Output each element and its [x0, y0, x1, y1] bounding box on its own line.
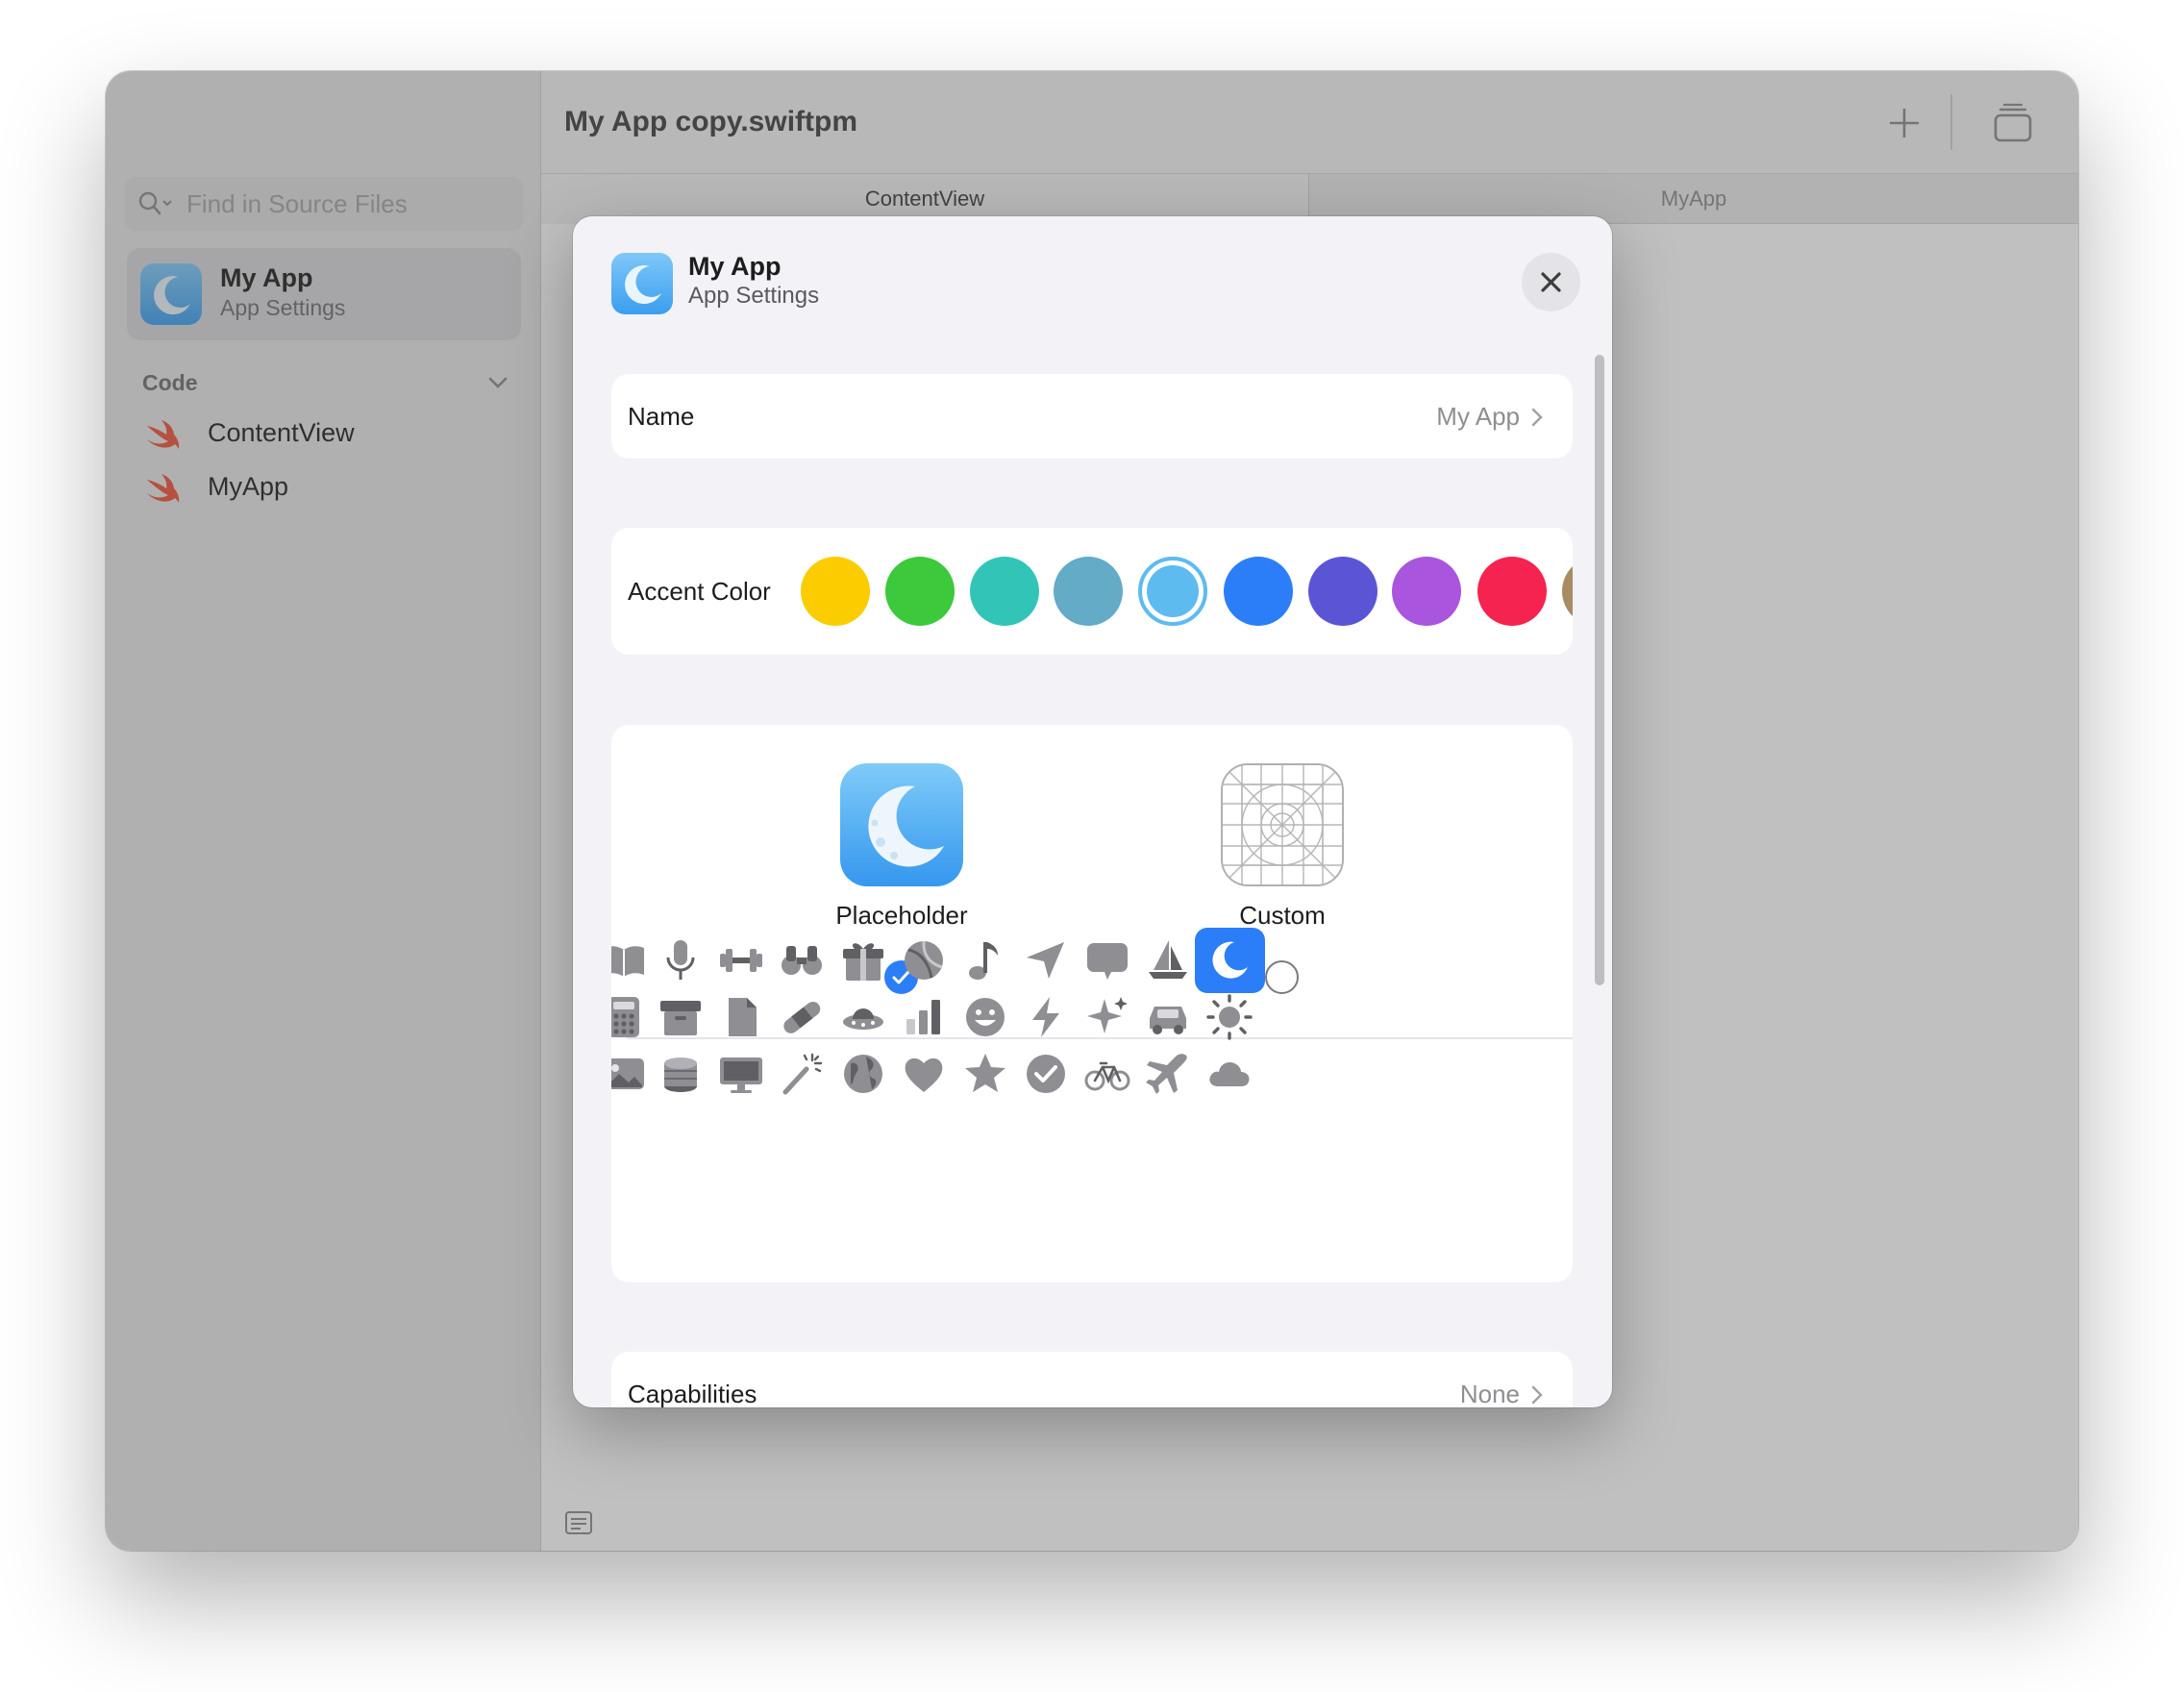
binoculars-icon[interactable]: [772, 931, 831, 990]
app-settings-sheet: My App App Settings Name My App Accent C…: [573, 216, 1612, 1407]
sheet-app-icon: [611, 253, 673, 314]
color-swatch-indigo[interactable]: [1308, 557, 1377, 626]
smiley-icon[interactable]: [956, 987, 1015, 1047]
chevron-right-icon: [1530, 407, 1544, 428]
app-name: My App: [220, 263, 313, 292]
color-swatch-purple[interactable]: [1392, 557, 1461, 626]
swift-icon: [144, 418, 181, 451]
windows-icon[interactable]: [1992, 101, 2034, 143]
accent-color-row: Accent Color: [611, 528, 1573, 655]
toolbar: My App copy.swiftpm: [541, 71, 2078, 174]
moon-icon[interactable]: [1194, 928, 1265, 993]
magic-wand-icon[interactable]: [772, 1044, 831, 1104]
tab-label: MyApp: [1660, 187, 1727, 211]
file-label: MyApp: [208, 472, 289, 501]
add-icon[interactable]: [1885, 104, 1923, 142]
color-swatch-steel-blue[interactable]: [1054, 557, 1123, 626]
gift-icon[interactable]: [833, 931, 893, 990]
color-swatch-teal[interactable]: [970, 557, 1039, 626]
search-field[interactable]: Find in Source Files: [125, 177, 523, 231]
sidebar-item-contentview[interactable]: ContentView: [127, 408, 521, 461]
close-button[interactable]: [1522, 253, 1580, 311]
app-icon-card: Placeholder Custom: [611, 725, 1573, 1282]
book-icon[interactable]: [611, 931, 654, 990]
calculator-icon[interactable]: [611, 987, 654, 1047]
sun-icon[interactable]: [1200, 987, 1259, 1047]
chevron-down-icon[interactable]: [485, 373, 510, 392]
toolbar-divider: [1950, 94, 1952, 150]
bicycle-icon[interactable]: [1078, 1044, 1137, 1104]
chevron-right-icon: [1530, 1384, 1544, 1406]
swift-icon: [144, 472, 181, 505]
name-row[interactable]: Name My App: [611, 374, 1573, 459]
color-swatch-light-blue-selected[interactable]: [1138, 557, 1207, 626]
accent-color-label: Accent Color: [628, 577, 771, 606]
beach-ball-icon[interactable]: [894, 931, 954, 990]
editor-status-icon[interactable]: [564, 1510, 593, 1535]
file-label: ContentView: [208, 418, 355, 447]
color-swatch-yellow[interactable]: [801, 557, 870, 626]
ufo-icon[interactable]: [833, 987, 893, 1047]
sidebar-item-myapp[interactable]: MyApp: [127, 461, 521, 515]
glyph-grid: [611, 725, 1573, 1282]
search-icon: [137, 190, 174, 219]
color-swatch-brown[interactable]: [1562, 557, 1573, 626]
section-header-code: Code: [142, 370, 198, 395]
sailboat-icon[interactable]: [1138, 931, 1198, 990]
archive-box-icon[interactable]: [651, 987, 710, 1047]
sidebar-item-app-settings[interactable]: My App App Settings: [127, 248, 521, 340]
checkmark-seal-icon[interactable]: [1016, 1044, 1076, 1104]
globe-icon[interactable]: [833, 1044, 893, 1104]
sidebar: Find in Source Files My App App Settings…: [106, 71, 541, 1551]
cloud-icon[interactable]: [1200, 1044, 1259, 1104]
dumbbell-icon[interactable]: [711, 931, 771, 990]
sheet-title: My App: [688, 252, 782, 281]
color-swatch-green[interactable]: [885, 557, 955, 626]
lightning-icon[interactable]: [1016, 987, 1076, 1047]
bar-chart-icon[interactable]: [894, 987, 954, 1047]
heart-icon[interactable]: [894, 1044, 954, 1104]
star-icon[interactable]: [956, 1044, 1015, 1104]
photo-icon[interactable]: [611, 1044, 654, 1104]
bandage-icon[interactable]: [772, 987, 831, 1047]
search-input[interactable]: Find in Source Files: [186, 189, 408, 219]
color-swatch-blue[interactable]: [1224, 557, 1293, 626]
sparkles-icon[interactable]: [1078, 987, 1137, 1047]
location-arrow-icon[interactable]: [1016, 931, 1076, 990]
window-title: My App copy.swiftpm: [564, 106, 858, 137]
document-icon[interactable]: [711, 987, 771, 1047]
music-note-icon[interactable]: [956, 931, 1015, 990]
app-icon: [140, 263, 202, 325]
speech-bubble-icon[interactable]: [1078, 931, 1137, 990]
scrollbar[interactable]: [1595, 355, 1604, 985]
color-swatch-red[interactable]: [1477, 557, 1547, 626]
tab-label: ContentView: [864, 187, 985, 211]
capabilities-value: None: [1459, 1380, 1520, 1407]
name-value: My App: [1436, 402, 1520, 431]
airplane-icon[interactable]: [1138, 1044, 1198, 1104]
app-subtitle: App Settings: [220, 295, 346, 320]
sheet-subtitle: App Settings: [688, 283, 820, 309]
display-icon[interactable]: [711, 1044, 771, 1104]
capabilities-row[interactable]: Capabilities None: [611, 1352, 1573, 1407]
car-icon[interactable]: [1138, 987, 1198, 1047]
close-icon: [1539, 270, 1563, 294]
capabilities-label: Capabilities: [628, 1380, 757, 1407]
coins-icon[interactable]: [651, 1044, 710, 1104]
microphone-icon[interactable]: [651, 931, 710, 990]
name-label: Name: [628, 402, 695, 431]
